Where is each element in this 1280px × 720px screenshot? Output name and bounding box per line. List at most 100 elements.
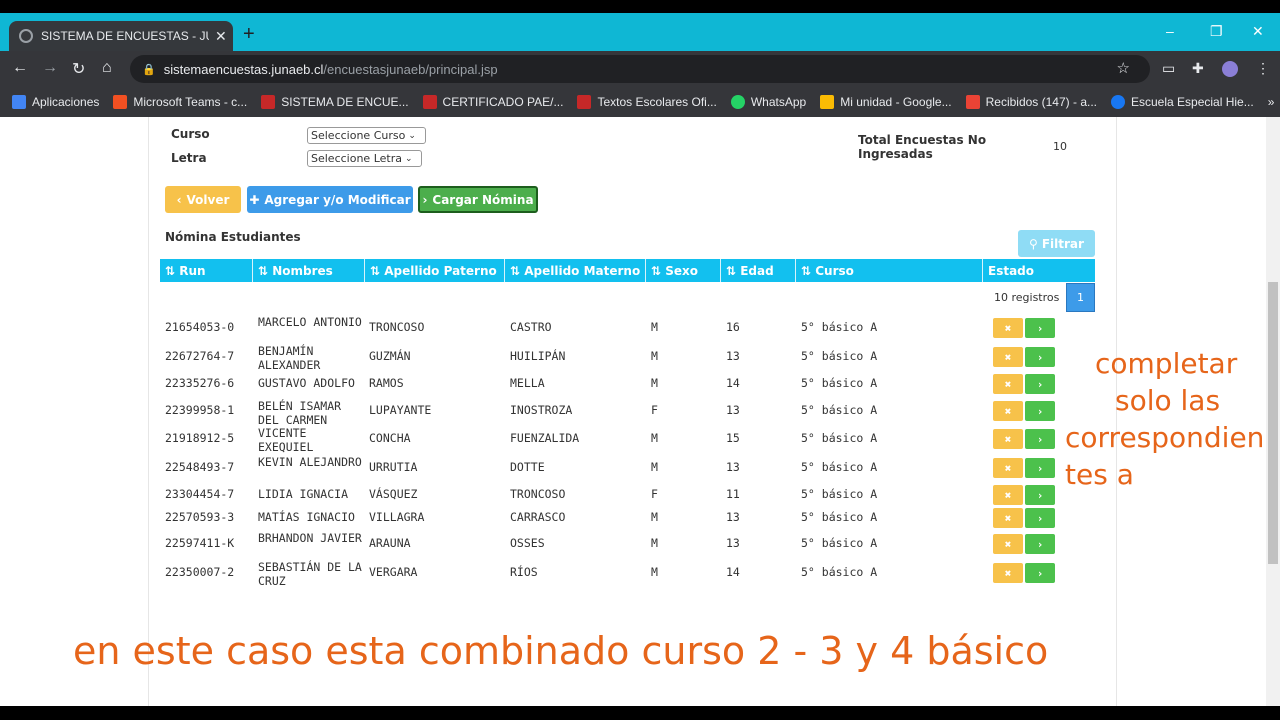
globe-icon (19, 29, 33, 43)
cell-materno: TRONCOSO (510, 487, 566, 501)
page-scrollbar[interactable] (1266, 117, 1280, 706)
microsoft-icon (113, 95, 128, 109)
header-label: Estado (988, 263, 1035, 278)
open-row-button[interactable]: › (1025, 458, 1055, 478)
cell-sexo: F (651, 403, 658, 417)
header-label: Sexo (665, 263, 698, 278)
bookmark-label: Textos Escolares Ofi... (597, 95, 717, 109)
header-label: Curso (815, 263, 854, 278)
cell-curso: 5° básico A (801, 349, 878, 363)
cell-curso: 5° básico A (801, 431, 878, 445)
close-tab-icon[interactable]: ✕ (215, 28, 227, 45)
delete-row-button[interactable]: ✖ (993, 534, 1023, 554)
bookmark-drive[interactable]: Mi unidad - Google... (820, 95, 952, 109)
cell-sexo: F (651, 487, 658, 501)
profile-avatar[interactable] (1222, 61, 1238, 77)
agregar-button[interactable]: ✚ Agregar y/o Modificar (247, 186, 413, 213)
cell-nombres: KEVIN ALEJANDRO (258, 455, 362, 469)
bookmark-star-icon[interactable]: ☆ (1117, 59, 1130, 77)
delete-row-button[interactable]: ✖ (993, 563, 1023, 583)
delete-row-button[interactable]: ✖ (993, 508, 1023, 528)
cargar-label: Cargar Nómina (432, 192, 534, 207)
minimize-button[interactable]: – (1166, 23, 1174, 39)
bookmark-certificado[interactable]: CERTIFICADO PAE/... (422, 95, 563, 109)
bookmark-label: Microsoft Teams - c... (133, 95, 248, 109)
open-row-button[interactable]: › (1025, 534, 1055, 554)
open-row-button[interactable]: › (1025, 508, 1055, 528)
header-sexo[interactable]: ⇅ Sexo (646, 259, 721, 282)
extensions-icon[interactable]: ✚ (1192, 60, 1204, 77)
header-edad[interactable]: ⇅ Edad (721, 259, 796, 282)
junaeb-icon (577, 95, 592, 109)
cell-run: 22350007-2 (165, 565, 235, 579)
bookmark-textos[interactable]: Textos Escolares Ofi... (577, 95, 717, 109)
cell-nombres: BENJAMÍN ALEXANDER (258, 344, 321, 372)
header-materno[interactable]: ⇅ Apellido Materno (505, 259, 646, 282)
delete-row-button[interactable]: ✖ (993, 401, 1023, 421)
delete-row-button[interactable]: ✖ (993, 347, 1023, 367)
bookmark-whatsapp[interactable]: WhatsApp (730, 95, 806, 109)
url-host: sistemaencuestas.junaeb.cl (163, 61, 324, 77)
delete-row-button[interactable]: ✖ (993, 429, 1023, 449)
open-row-button[interactable]: › (1025, 485, 1055, 505)
reload-icon[interactable]: ↻ (72, 59, 85, 79)
delete-row-button[interactable]: ✖ (993, 485, 1023, 505)
new-tab-button[interactable]: + (243, 24, 255, 44)
sort-icon: ⇅ (258, 263, 273, 278)
bookmark-aplicaciones[interactable]: Aplicaciones (12, 95, 99, 109)
cell-run: 22672764-7 (165, 349, 235, 363)
cell-run: 22548493-7 (165, 460, 235, 474)
header-nombres[interactable]: ⇅ Nombres (253, 259, 365, 282)
open-row-button[interactable]: › (1025, 401, 1055, 421)
forward-icon[interactable]: → (42, 59, 58, 77)
delete-row-button[interactable]: ✖ (993, 458, 1023, 478)
delete-row-button[interactable]: ✖ (993, 318, 1023, 338)
cell-materno: OSSES (510, 536, 545, 550)
delete-row-button[interactable]: ✖ (993, 374, 1023, 394)
header-estado: Estado (983, 259, 1095, 282)
header-paterno[interactable]: ⇅ Apellido Paterno (365, 259, 505, 282)
home-icon[interactable]: ⌂ (102, 59, 112, 77)
header-label: Apellido Materno (524, 263, 641, 278)
cell-curso: 5° básico A (801, 487, 878, 501)
header-curso[interactable]: ⇅ Curso (796, 259, 983, 282)
tab-active[interactable]: SISTEMA DE ENCUESTAS - JUNAEB ✕ (9, 21, 233, 51)
cargar-nomina-button[interactable]: › Cargar Nómina (418, 186, 538, 213)
whatsapp-icon (730, 95, 745, 109)
open-row-button[interactable]: › (1025, 429, 1055, 449)
open-row-button[interactable]: › (1025, 347, 1055, 367)
open-row-button[interactable]: › (1025, 374, 1055, 394)
sort-icon: ⇅ (651, 263, 666, 278)
scroll-thumb[interactable] (1268, 282, 1278, 564)
cell-curso: 5° básico A (801, 403, 878, 417)
close-window-button[interactable]: ✕ (1252, 23, 1264, 40)
curso-select-value: Seleccione Curso (311, 129, 406, 142)
cell-nombres: SEBASTIÁN DE LA CRUZ (258, 560, 362, 588)
cell-curso: 5° básico A (801, 320, 878, 334)
page-1-button[interactable]: 1 (1066, 283, 1095, 312)
volver-button[interactable]: ‹ Volver (165, 186, 241, 213)
address-bar[interactable]: 🔒 sistemaencuestas.junaeb.cl/encuestasju… (130, 55, 1150, 83)
filtrar-button[interactable]: ⚲ Filtrar (1018, 230, 1095, 257)
header-run[interactable]: ⇅ Run (160, 259, 253, 282)
media-icon[interactable]: ▭ (1162, 60, 1175, 77)
open-row-button[interactable]: › (1025, 318, 1055, 338)
menu-icon[interactable]: ⋮ (1256, 60, 1270, 77)
bookmark-escuela[interactable]: Escuela Especial Hie... (1111, 95, 1254, 109)
bottom-annotation: en este caso esta combinado curso 2 - 3 … (73, 629, 1049, 673)
header-label: Edad (740, 263, 774, 278)
cell-edad: 13 (726, 510, 740, 524)
cell-paterno: URRUTIA (369, 460, 418, 474)
restore-button[interactable]: ❐ (1210, 23, 1223, 40)
letra-select[interactable]: Seleccione Letra ⌄ (307, 150, 422, 167)
cell-curso: 5° básico A (801, 510, 878, 524)
bookmark-gmail[interactable]: Recibidos (147) - a... (965, 95, 1097, 109)
bookmark-teams[interactable]: Microsoft Teams - c... (113, 95, 247, 109)
cell-paterno: RAMOS (369, 376, 404, 390)
open-row-button[interactable]: › (1025, 563, 1055, 583)
bookmark-label: Escuela Especial Hie... (1131, 95, 1254, 109)
bookmark-sistema[interactable]: SISTEMA DE ENCUE... (261, 95, 409, 109)
back-icon[interactable]: ← (12, 59, 28, 77)
bookmarks-overflow-button[interactable]: » (1268, 95, 1275, 109)
curso-select[interactable]: Seleccione Curso ⌄ (307, 127, 426, 144)
